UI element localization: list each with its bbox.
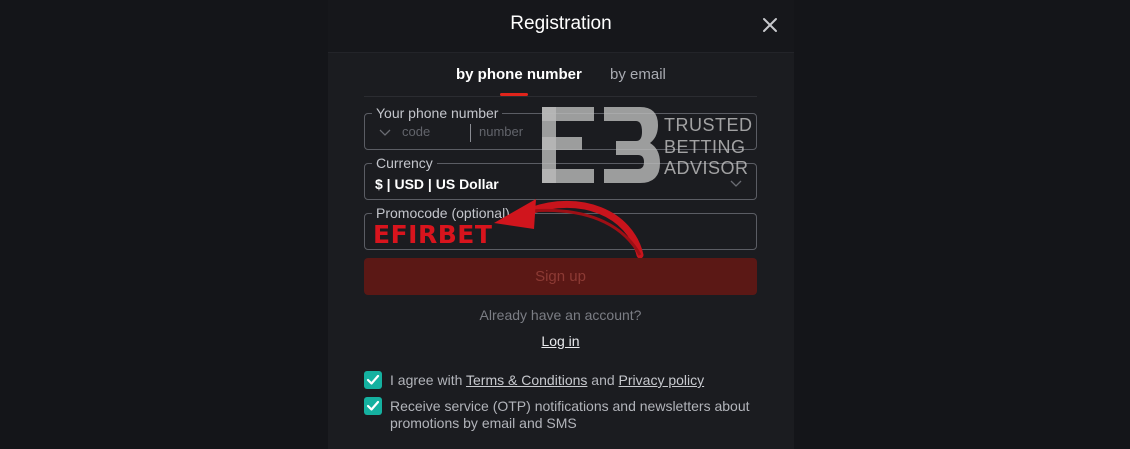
registration-tabs: by phone number by email	[364, 62, 757, 97]
modal-header: Registration	[328, 0, 794, 53]
terms-and-word: and	[591, 372, 615, 388]
close-button[interactable]	[760, 15, 780, 35]
checkmark-icon	[366, 400, 380, 411]
sign-up-button[interactable]: Sign up	[364, 258, 757, 295]
otp-consent-text: Receive service (OTP) notifications and …	[390, 398, 750, 431]
log-in-link[interactable]: Log in	[541, 333, 579, 349]
privacy-policy-link[interactable]: Privacy policy	[619, 372, 705, 388]
terms-consent-text: I agree with Terms & Conditions and Priv…	[390, 372, 750, 389]
currency-select[interactable]: Currency $ | USD | US Dollar	[364, 155, 757, 200]
phone-code-input[interactable]	[402, 124, 462, 139]
currency-field-label: Currency	[372, 155, 437, 171]
active-tab-indicator	[500, 93, 528, 96]
checkmark-icon	[366, 374, 380, 385]
page-backdrop: Registration by phone number by email Yo…	[0, 0, 1130, 449]
close-icon	[763, 18, 777, 32]
terms-checkbox[interactable]	[364, 371, 382, 389]
phone-field-label: Your phone number	[372, 105, 503, 121]
currency-value: $ | USD | US Dollar	[375, 176, 499, 192]
otp-checkbox[interactable]	[364, 397, 382, 415]
phone-divider	[470, 124, 471, 142]
phone-number-input[interactable]	[479, 124, 629, 139]
chevron-down-icon[interactable]	[379, 127, 391, 137]
login-link-container: Log in	[364, 333, 757, 349]
promocode-field[interactable]: Promocode (optional) EFIRBET	[364, 205, 757, 250]
tab-by-email[interactable]: by email	[610, 66, 666, 83]
modal-title: Registration	[510, 13, 612, 34]
already-have-account-text: Already have an account?	[479, 307, 642, 323]
promocode-value: EFIRBET	[373, 220, 493, 249]
tab-by-phone[interactable]: by phone number	[456, 66, 582, 83]
promocode-field-label: Promocode (optional)	[372, 205, 514, 221]
terms-conditions-link[interactable]: Terms & Conditions	[466, 372, 587, 388]
terms-prefix: I agree with	[390, 372, 463, 388]
phone-field: Your phone number	[364, 105, 757, 150]
chevron-down-icon	[730, 180, 742, 187]
